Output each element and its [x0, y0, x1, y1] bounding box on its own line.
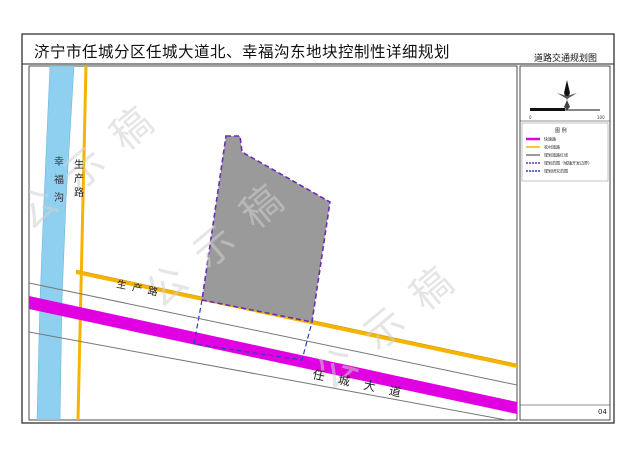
map-subtitle: 道路交通规划图 — [534, 54, 598, 64]
page-number: 04 — [598, 408, 607, 416]
scale-label-end: 100 — [597, 115, 605, 120]
plan-drawing: 公示稿 公示稿 公示稿 幸福沟 生产路 生产路 任城大道 0 100 图 例 快… — [21, 33, 615, 424]
legend-label: 规划道路红线 — [544, 152, 568, 158]
map-title: 济宁市任城分区任城大道北、幸福沟东地块控制性详细规划 — [34, 43, 451, 61]
legend-label: 快速路 — [544, 136, 556, 142]
shengchan-road-vertical-label: 生产路 — [74, 158, 84, 199]
legend-label: 规划研究范围 — [544, 168, 568, 174]
river-label: 幸福沟 — [54, 156, 64, 204]
legend-title: 图 例 — [555, 127, 567, 134]
legend-label: 规划范围（城镇开发边界） — [544, 160, 592, 166]
plan-sheet: 公示稿 公示稿 公示稿 幸福沟 生产路 生产路 任城大道 0 100 图 例 快… — [0, 0, 640, 453]
legend-label: 农村道路 — [544, 144, 560, 150]
